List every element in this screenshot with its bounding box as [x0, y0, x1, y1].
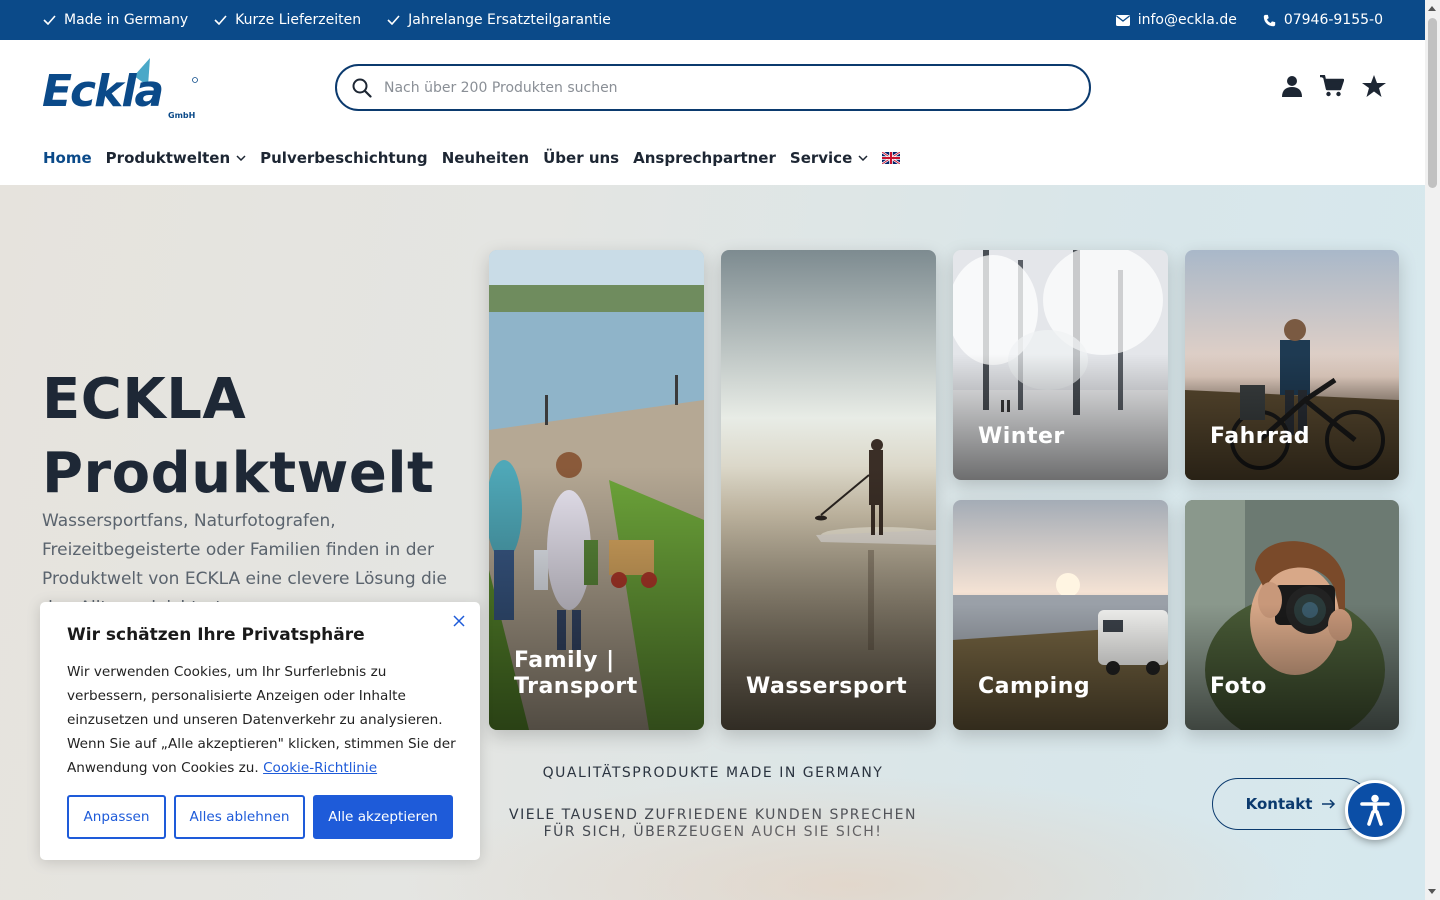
- nav-label[interactable]: Service: [790, 149, 852, 167]
- search-bar[interactable]: [335, 64, 1091, 111]
- hero-title-line1: ECKLA: [42, 367, 247, 432]
- cookie-consent-dialog: Wir schätzen Ihre Privatsphäre Wir verwe…: [40, 602, 480, 860]
- accept-all-button[interactable]: Alle akzeptieren: [313, 795, 453, 839]
- email-link[interactable]: info@eckla.de: [1115, 12, 1237, 28]
- nav-item-ueber-uns[interactable]: Über uns: [543, 149, 619, 167]
- scroll-down-arrow[interactable]: [1428, 889, 1436, 894]
- check-icon: [387, 15, 400, 25]
- tile-shade: [953, 603, 1168, 730]
- chevron-down-icon: [858, 155, 868, 161]
- logo-sub: GmbH: [168, 111, 195, 120]
- nav-label[interactable]: Home: [43, 149, 92, 167]
- tile-fahrrad[interactable]: Fahrrad: [1185, 250, 1399, 480]
- hero-title: ECKLA Produktwelt: [42, 363, 434, 511]
- kontakt-label[interactable]: Kontakt: [1246, 795, 1313, 813]
- logo-mark: Eckla GmbH: [42, 58, 198, 120]
- tile-wassersport[interactable]: Wassersport: [721, 250, 936, 730]
- nav-item-home[interactable]: Home: [43, 149, 92, 167]
- close-icon[interactable]: [452, 614, 466, 628]
- hero-title-line2: Produktwelt: [42, 441, 435, 506]
- tile-winter[interactable]: Winter: [953, 250, 1168, 480]
- arrow-right-icon: [1322, 799, 1336, 809]
- page-scrollbar[interactable]: [1425, 0, 1440, 900]
- scroll-up-arrow[interactable]: [1428, 6, 1436, 11]
- tile-shade: [1185, 603, 1399, 730]
- star-icon[interactable]: [1362, 75, 1386, 97]
- nav-label[interactable]: Über uns: [543, 149, 619, 167]
- cookie-title: Wir schätzen Ihre Privatsphäre: [67, 625, 365, 645]
- accessibility-icon: [1360, 794, 1390, 826]
- cookie-text: Wir verwenden Cookies, um Ihr Surferlebn…: [67, 660, 462, 780]
- phone-link[interactable]: 07946-9155-0: [1263, 12, 1383, 28]
- nav-label[interactable]: Pulverbeschichtung: [260, 149, 428, 167]
- tile-shade: [1185, 353, 1399, 480]
- logo-text: Eckla: [42, 66, 162, 117]
- phone-text[interactable]: 07946-9155-0: [1284, 12, 1383, 28]
- usp-list: Made in Germany Kurze Lieferzeiten Jahre…: [43, 0, 611, 40]
- nav-item-ansprechpartner[interactable]: Ansprechpartner: [633, 149, 776, 167]
- usp-item: Kurze Lieferzeiten: [214, 12, 361, 28]
- main-nav: Home Produktwelten Pulverbeschichtung Ne…: [43, 149, 901, 167]
- nav-item-service[interactable]: Service: [790, 149, 868, 167]
- search-icon[interactable]: [352, 78, 372, 98]
- cart-icon[interactable]: [1320, 75, 1344, 97]
- tile-label: Family | Transport: [514, 648, 638, 699]
- tile-shade: [953, 353, 1168, 480]
- tile-label: Winter: [978, 424, 1065, 449]
- cookie-buttons: Anpassen Alles ablehnen Alle akzeptieren: [67, 795, 453, 839]
- tagline-customers: VIELE TAUSEND ZUFRIEDENE KUNDEN SPRECHEN…: [509, 807, 917, 840]
- nav-label[interactable]: Produktwelten: [106, 149, 230, 167]
- cookie-policy-link[interactable]: Cookie-Richtlinie: [263, 760, 377, 776]
- phone-icon: [1263, 14, 1275, 26]
- header-actions: [1282, 75, 1386, 97]
- cookie-body-text: Wir verwenden Cookies, um Ihr Surferlebn…: [67, 664, 456, 776]
- user-icon[interactable]: [1282, 75, 1302, 97]
- uk-flag-icon[interactable]: [882, 152, 901, 164]
- usp-item: Jahrelange Ersatzteilgarantie: [387, 12, 611, 28]
- nav-label[interactable]: Ansprechpartner: [633, 149, 776, 167]
- accessibility-button[interactable]: [1345, 780, 1405, 840]
- tile-label: Camping: [978, 674, 1091, 699]
- check-icon: [43, 15, 56, 25]
- search-input[interactable]: [384, 79, 1034, 96]
- nav-label[interactable]: Neuheiten: [442, 149, 529, 167]
- top-bar: Made in Germany Kurze Lieferzeiten Jahre…: [0, 0, 1425, 40]
- tagline-quality: QUALITÄTSPRODUKTE MADE IN GERMANY: [542, 765, 884, 781]
- usp-label: Jahrelange Ersatzteilgarantie: [408, 12, 611, 28]
- usp-label: Made in Germany: [64, 12, 189, 28]
- tile-label: Fahrrad: [1210, 424, 1311, 449]
- eckla-logo[interactable]: Eckla GmbH: [42, 58, 200, 120]
- tile-label: Wassersport: [746, 674, 908, 699]
- tile-label: Foto: [1210, 674, 1267, 699]
- envelope-icon: [1115, 14, 1130, 26]
- nav-item-pulverbeschichtung[interactable]: Pulverbeschichtung: [260, 149, 428, 167]
- scroll-thumb[interactable]: [1428, 18, 1437, 188]
- tile-family-transport[interactable]: Family | Transport: [489, 250, 704, 730]
- tile-camping[interactable]: Camping: [953, 500, 1168, 730]
- email-text[interactable]: info@eckla.de: [1138, 12, 1237, 28]
- chevron-down-icon: [236, 155, 246, 161]
- customize-button[interactable]: Anpassen: [67, 795, 166, 839]
- tile-foto[interactable]: Foto: [1185, 500, 1399, 730]
- site-header: Eckla GmbH Home Produktwelten Pulverbesc…: [0, 40, 1425, 185]
- check-icon: [214, 15, 227, 25]
- contact-links: info@eckla.de 07946-9155-0: [1115, 0, 1383, 40]
- nav-item-neuheiten[interactable]: Neuheiten: [442, 149, 529, 167]
- nav-item-produktwelten[interactable]: Produktwelten: [106, 149, 246, 167]
- usp-item: Made in Germany: [43, 12, 188, 28]
- reject-all-button[interactable]: Alles ablehnen: [174, 795, 305, 839]
- usp-label: Kurze Lieferzeiten: [235, 12, 362, 28]
